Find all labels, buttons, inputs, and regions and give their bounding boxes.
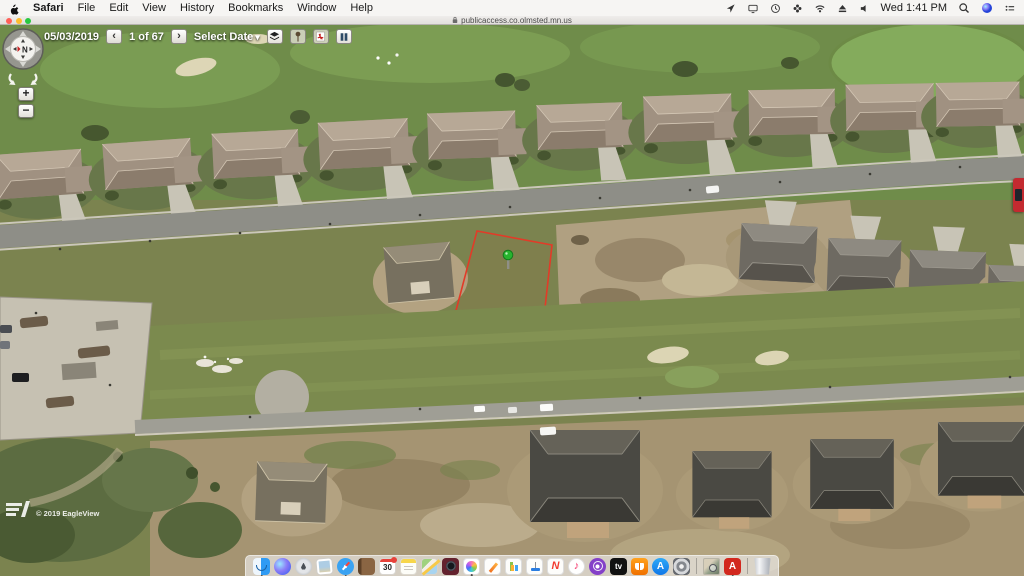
pdf-icon xyxy=(315,31,326,42)
menu-help[interactable]: Help xyxy=(350,2,373,14)
export-pdf-button[interactable] xyxy=(313,29,329,44)
white-truck xyxy=(540,426,557,435)
dock-system-preferences[interactable] xyxy=(673,558,690,575)
page-url: publicaccess.co.olmsted.mn.us xyxy=(461,16,572,25)
calendar-day: 30 xyxy=(380,563,395,572)
capture-date-label: 05/03/2019 xyxy=(44,31,99,43)
wifi-icon[interactable] xyxy=(814,3,826,14)
image-counter: 1 of 67 xyxy=(129,31,164,43)
aerial-viewer[interactable]: © 2019 EagleView 05/03/2019 ‹ 1 of 67 › … xyxy=(0,25,1024,576)
rotate-right-icon xyxy=(31,74,38,85)
select-date-dropdown[interactable]: Select Date▾ xyxy=(194,31,260,43)
close-window-button[interactable] xyxy=(6,18,12,24)
display-icon[interactable] xyxy=(747,3,759,14)
volume-icon[interactable] xyxy=(859,3,870,14)
window-controls xyxy=(6,18,31,24)
dock-acrobat[interactable]: A xyxy=(724,558,741,575)
dock-news[interactable]: N xyxy=(547,558,564,575)
calendar-badge xyxy=(391,557,397,563)
dock-calendar[interactable]: 30 xyxy=(379,558,396,575)
zoom-in-button[interactable]: + xyxy=(18,87,34,101)
dock-contacts[interactable] xyxy=(358,558,375,575)
fan-icon[interactable] xyxy=(792,3,803,14)
notification-center-icon[interactable] xyxy=(1004,3,1016,14)
lock-icon xyxy=(452,16,458,24)
dock-finder[interactable] xyxy=(253,558,270,575)
rotate-left-icon xyxy=(9,74,16,85)
dock-music[interactable]: ♪ xyxy=(568,558,585,575)
dock-pages[interactable] xyxy=(484,558,501,575)
feedback-side-tab[interactable] xyxy=(1013,178,1024,212)
menu-safari[interactable]: Safari xyxy=(33,2,64,14)
dock-divider xyxy=(696,558,697,574)
desktop: Safari File Edit View History Bookmarks … xyxy=(0,0,1024,576)
dock-books[interactable] xyxy=(631,558,648,575)
zoom-out-button[interactable]: − xyxy=(18,104,34,118)
dock-tv[interactable]: tv xyxy=(610,558,627,575)
eject-icon[interactable] xyxy=(837,3,848,14)
compass-control[interactable]: N xyxy=(0,26,48,95)
prev-image-button[interactable]: ‹ xyxy=(106,29,122,44)
layers-button[interactable] xyxy=(267,29,283,44)
next-image-button[interactable]: › xyxy=(171,29,187,44)
dock-trash[interactable] xyxy=(754,558,771,575)
dock-app-store[interactable]: A xyxy=(652,558,669,575)
dock-photos[interactable] xyxy=(463,558,480,575)
menu-bar-clock[interactable]: Wed 1:41 PM xyxy=(881,2,947,14)
dock-safari[interactable] xyxy=(337,558,354,575)
dock-siri[interactable] xyxy=(274,558,291,575)
compass-north-letter: N xyxy=(22,46,28,55)
aerial-photo[interactable]: © 2019 EagleView xyxy=(0,25,1024,576)
menu-bar: Safari File Edit View History Bookmarks … xyxy=(0,0,1024,16)
watermark-text: © 2019 EagleView xyxy=(36,509,100,518)
menu-history[interactable]: History xyxy=(180,2,214,14)
clock-icon[interactable] xyxy=(770,3,781,14)
dock-notes[interactable] xyxy=(400,558,417,575)
apple-menu-icon[interactable] xyxy=(8,2,19,15)
safari-title-bar[interactable]: publicaccess.co.olmsted.mn.us xyxy=(0,16,1024,25)
dock-numbers[interactable] xyxy=(505,558,522,575)
dock-keynote[interactable] xyxy=(526,558,543,575)
location-icon[interactable] xyxy=(725,3,736,14)
parking-lot xyxy=(0,297,152,440)
pushpin-icon xyxy=(293,31,303,42)
menu-edit[interactable]: Edit xyxy=(109,2,128,14)
pin-tool-button[interactable] xyxy=(290,29,306,44)
siri-icon[interactable] xyxy=(981,2,993,14)
menu-bookmarks[interactable]: Bookmarks xyxy=(228,2,283,14)
dock-podcasts[interactable] xyxy=(589,558,606,575)
dock-photo-booth[interactable] xyxy=(442,558,459,575)
spotlight-icon[interactable] xyxy=(958,2,970,14)
dock-launchpad[interactable] xyxy=(295,558,312,575)
layers-icon xyxy=(269,31,280,42)
dock: 30 N ♪ tv A A xyxy=(245,555,779,576)
dock-mail[interactable] xyxy=(315,557,333,575)
menu-file[interactable]: File xyxy=(78,2,96,14)
minimize-window-button[interactable] xyxy=(16,18,22,24)
dock-minimized-window[interactable] xyxy=(703,558,720,575)
chevron-down-icon: ▾ xyxy=(255,32,260,42)
menu-window[interactable]: Window xyxy=(297,2,336,14)
split-view-icon xyxy=(339,32,349,42)
dock-maps[interactable] xyxy=(421,558,438,575)
address-bar[interactable]: publicaccess.co.olmsted.mn.us xyxy=(452,16,572,25)
dock-divider xyxy=(747,558,748,574)
side-tab-icon xyxy=(1015,189,1022,201)
viewer-toolbar: 05/03/2019 ‹ 1 of 67 › Select Date▾ xyxy=(44,29,352,44)
menu-view[interactable]: View xyxy=(142,2,166,14)
zoom-window-button[interactable] xyxy=(25,18,31,24)
split-view-button[interactable] xyxy=(336,29,352,44)
